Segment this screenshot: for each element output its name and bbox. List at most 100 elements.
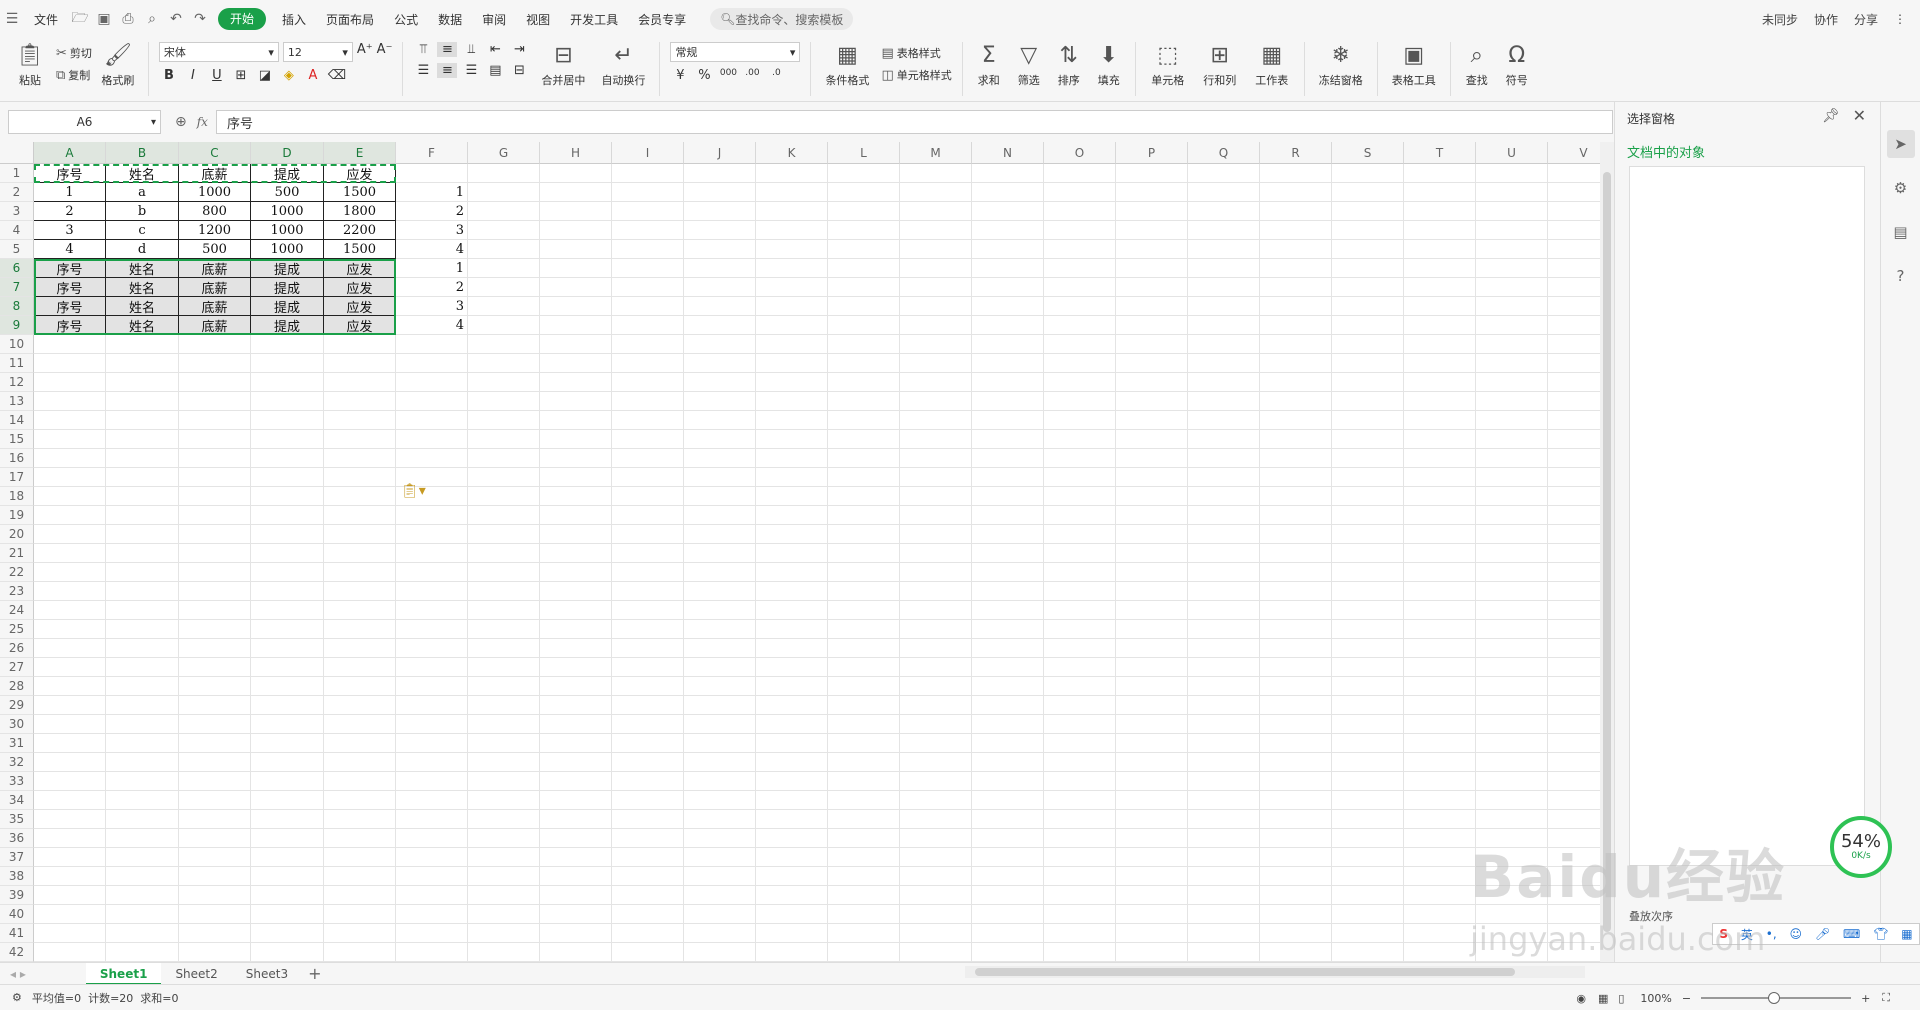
cell-k30[interactable] [756, 715, 828, 734]
cell-h39[interactable] [540, 886, 612, 905]
cell-h25[interactable] [540, 620, 612, 639]
row-header-12[interactable]: 12 [0, 373, 34, 392]
cell-k33[interactable] [756, 772, 828, 791]
cell-j10[interactable] [684, 335, 756, 354]
column-header-g[interactable]: G [468, 142, 540, 164]
cell-t13[interactable] [1404, 392, 1476, 411]
cell-a8[interactable]: 序号 [34, 297, 106, 316]
cell-n40[interactable] [972, 905, 1044, 924]
row-header-4[interactable]: 4 [0, 221, 34, 240]
cell-v23[interactable] [1548, 582, 1600, 601]
cell-j19[interactable] [684, 506, 756, 525]
cell-p22[interactable] [1116, 563, 1188, 582]
cell-c37[interactable] [179, 848, 251, 867]
cell-u21[interactable] [1476, 544, 1548, 563]
cell-m34[interactable] [900, 791, 972, 810]
cell-b18[interactable] [106, 487, 179, 506]
cell-s15[interactable] [1332, 430, 1404, 449]
cell-g20[interactable] [468, 525, 540, 544]
cell-t24[interactable] [1404, 601, 1476, 620]
cell-v2[interactable] [1548, 183, 1600, 202]
cell-e42[interactable] [324, 943, 396, 962]
cell-b19[interactable] [106, 506, 179, 525]
cell-v5[interactable] [1548, 240, 1600, 259]
cell-k28[interactable] [756, 677, 828, 696]
cell-m6[interactable] [900, 259, 972, 278]
cell-a12[interactable] [34, 373, 106, 392]
cell-s42[interactable] [1332, 943, 1404, 962]
cell-h40[interactable] [540, 905, 612, 924]
cell-t37[interactable] [1404, 848, 1476, 867]
cell-i35[interactable] [612, 810, 684, 829]
cell-e41[interactable] [324, 924, 396, 943]
cell-j31[interactable] [684, 734, 756, 753]
cell-o41[interactable] [1044, 924, 1116, 943]
cell-o25[interactable] [1044, 620, 1116, 639]
cell-g8[interactable] [468, 297, 540, 316]
cell-s32[interactable] [1332, 753, 1404, 772]
italic-icon[interactable]: I [183, 68, 203, 83]
cell-s33[interactable] [1332, 772, 1404, 791]
cell-q22[interactable] [1188, 563, 1260, 582]
cell-h16[interactable] [540, 449, 612, 468]
cell-d9[interactable]: 提成 [251, 316, 324, 335]
cell-l23[interactable] [828, 582, 900, 601]
cell-l31[interactable] [828, 734, 900, 753]
cell-m27[interactable] [900, 658, 972, 677]
cell-g34[interactable] [468, 791, 540, 810]
cell-a28[interactable] [34, 677, 106, 696]
cell-u15[interactable] [1476, 430, 1548, 449]
cell-b33[interactable] [106, 772, 179, 791]
cell-t16[interactable] [1404, 449, 1476, 468]
cell-n29[interactable] [972, 696, 1044, 715]
cell-b34[interactable] [106, 791, 179, 810]
cell-o11[interactable] [1044, 354, 1116, 373]
cell-i36[interactable] [612, 829, 684, 848]
cell-t8[interactable] [1404, 297, 1476, 316]
cut-button[interactable]: ✂ 剪切 [56, 42, 92, 64]
cell-g16[interactable] [468, 449, 540, 468]
cell-o24[interactable] [1044, 601, 1116, 620]
column-header-u[interactable]: U [1476, 142, 1548, 164]
column-header-i[interactable]: I [612, 142, 684, 164]
cell-d20[interactable] [251, 525, 324, 544]
cell-g30[interactable] [468, 715, 540, 734]
font-color-icon[interactable]: A [303, 68, 323, 83]
cell-i3[interactable] [612, 202, 684, 221]
cell-k21[interactable] [756, 544, 828, 563]
cell-f11[interactable] [396, 354, 468, 373]
cell-k11[interactable] [756, 354, 828, 373]
cell-a42[interactable] [34, 943, 106, 962]
cell-t3[interactable] [1404, 202, 1476, 221]
cell-o15[interactable] [1044, 430, 1116, 449]
cell-area[interactable]: 序号 姓名 底薪 提成 应发 1 a 1000 500 1500 1 2 b 800 1000 1800 2 3 c… [34, 164, 1600, 962]
cell-n3[interactable] [972, 202, 1044, 221]
cell-m5[interactable] [900, 240, 972, 259]
cell-j22[interactable] [684, 563, 756, 582]
scrollbar-thumb[interactable] [975, 968, 1515, 976]
cell-k3[interactable] [756, 202, 828, 221]
cell-u39[interactable] [1476, 886, 1548, 905]
row-header-26[interactable]: 26 [0, 639, 34, 658]
cell-d4[interactable]: 1000 [251, 221, 324, 240]
cell-l9[interactable] [828, 316, 900, 335]
row-header-3[interactable]: 3 [0, 202, 34, 221]
cell-k1[interactable] [756, 164, 828, 183]
cell-k12[interactable] [756, 373, 828, 392]
cell-g21[interactable] [468, 544, 540, 563]
cell-p16[interactable] [1116, 449, 1188, 468]
cell-q18[interactable] [1188, 487, 1260, 506]
cell-f25[interactable] [396, 620, 468, 639]
cell-o27[interactable] [1044, 658, 1116, 677]
cell-f21[interactable] [396, 544, 468, 563]
cell-j34[interactable] [684, 791, 756, 810]
cell-h28[interactable] [540, 677, 612, 696]
cell-k36[interactable] [756, 829, 828, 848]
row-header-5[interactable]: 5 [0, 240, 34, 259]
cell-d38[interactable] [251, 867, 324, 886]
column-header-k[interactable]: K [756, 142, 828, 164]
cell-j15[interactable] [684, 430, 756, 449]
cell-s10[interactable] [1332, 335, 1404, 354]
cell-h32[interactable] [540, 753, 612, 772]
cell-a22[interactable] [34, 563, 106, 582]
